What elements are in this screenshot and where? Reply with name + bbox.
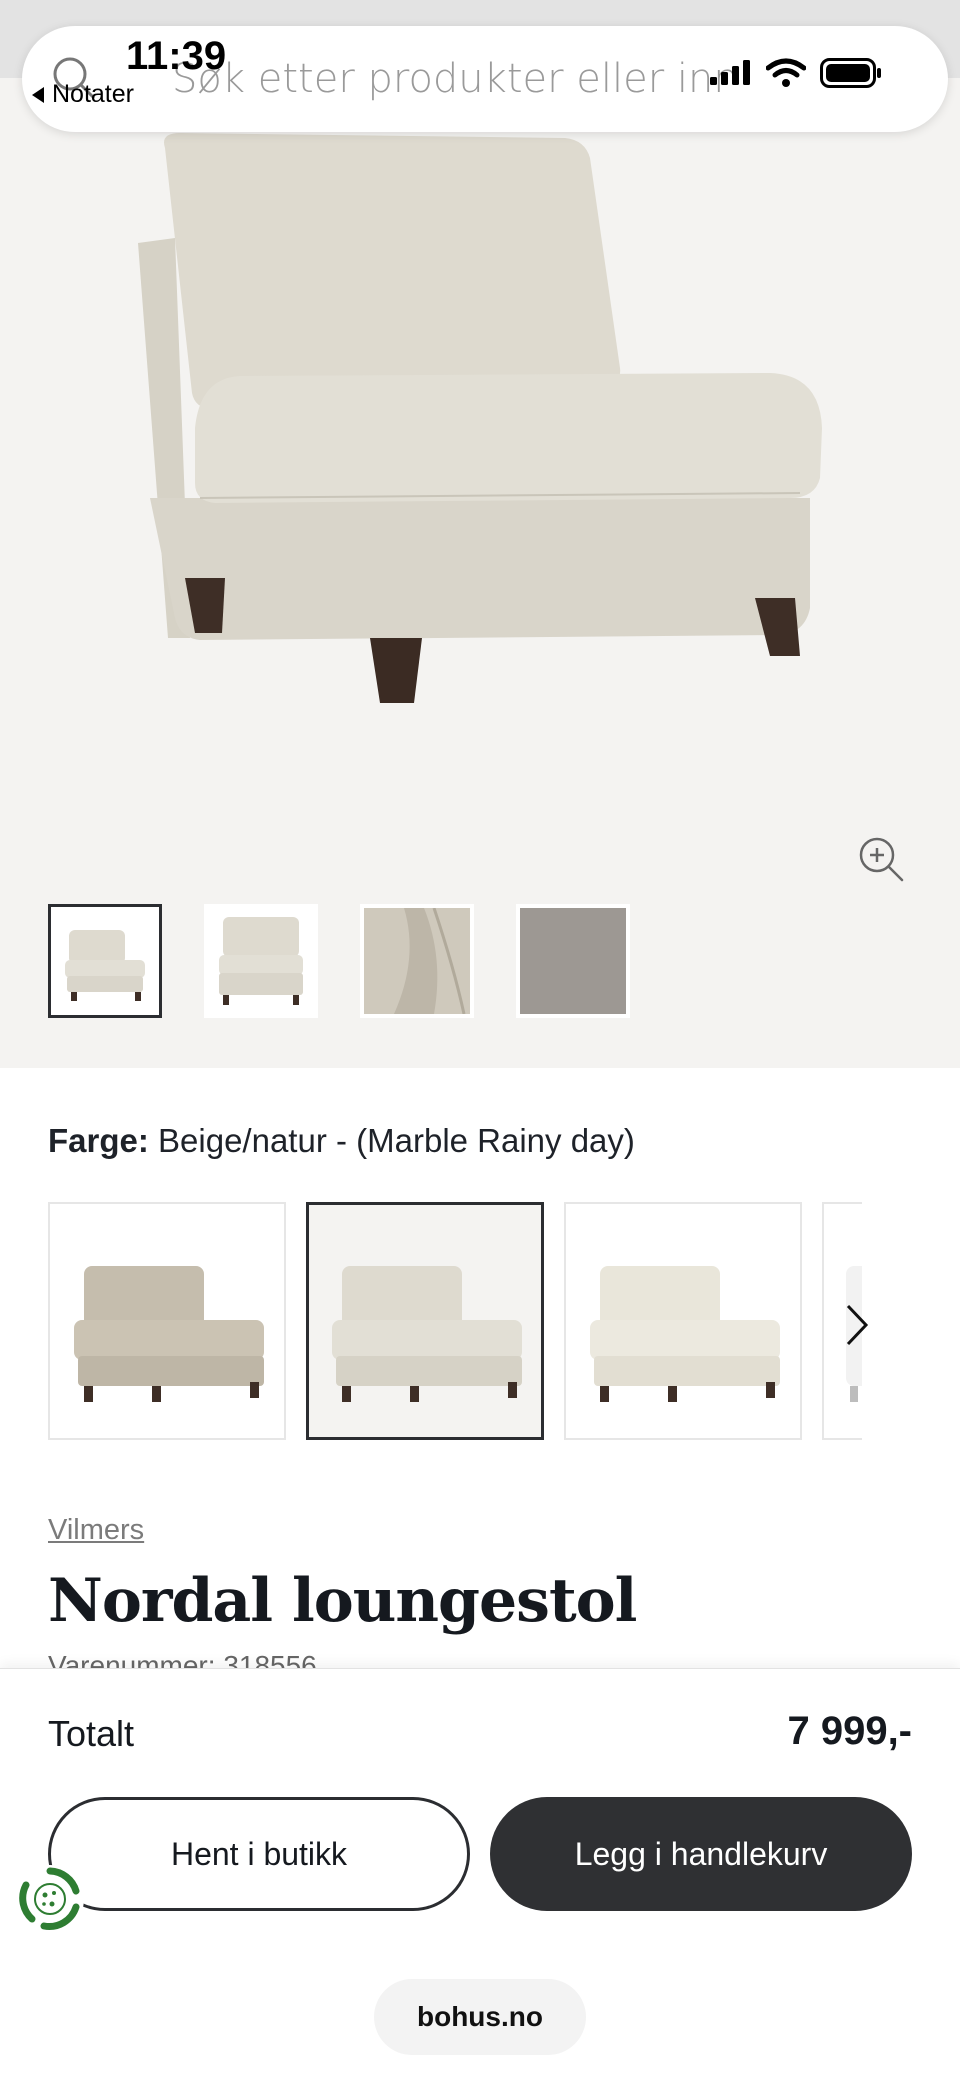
color-selection-label: Farge: Beige/natur - (Marble Rainy day)	[48, 1122, 635, 1160]
color-swatch[interactable]	[48, 1202, 286, 1440]
product-page: 11:39 Notater Søk etter produkter eller …	[0, 0, 960, 2087]
gallery-thumbnail[interactable]	[48, 904, 162, 1018]
product-main-image	[138, 133, 822, 703]
add-to-cart-button[interactable]: Legg i handlekurv	[490, 1797, 912, 1911]
pickup-in-store-button[interactable]: Hent i butikk	[48, 1797, 470, 1911]
cellular-signal-icon	[710, 60, 750, 85]
product-title: Nordal loungestol	[48, 1566, 637, 1636]
back-triangle-icon	[32, 86, 44, 103]
color-label-key: Farge:	[48, 1122, 149, 1159]
browser-address-bar[interactable]: bohus.no	[374, 1979, 586, 2055]
gallery-thumbnails	[48, 904, 630, 1018]
color-value: Beige/natur - (Marble Rainy day)	[158, 1122, 635, 1159]
wifi-icon	[766, 58, 806, 87]
thumbnail-fabric-swatch-image	[520, 908, 626, 1014]
brand-link[interactable]: Vilmers	[48, 1514, 144, 1547]
color-swatch-image	[332, 1266, 522, 1402]
total-label: Totalt	[48, 1713, 135, 1754]
zoom-icon[interactable]	[858, 836, 904, 882]
thumbnail-fabric-image	[364, 908, 470, 1014]
status-icons	[708, 58, 882, 88]
color-swatch-list	[48, 1202, 862, 1440]
gallery-thumbnail[interactable]	[516, 904, 630, 1018]
cart-bar: Totalt 7 999,- Hent i butikk Legg i hand…	[0, 1668, 960, 2087]
search-input[interactable]: Søk etter produkter eller innhold...	[172, 56, 732, 102]
gallery-thumbnail[interactable]	[204, 904, 318, 1018]
back-to-notes-link[interactable]: Notater	[30, 80, 134, 109]
back-label: Notater	[52, 80, 134, 108]
product-sku: Varenummer: 318556	[48, 1650, 317, 1670]
battery-icon	[820, 58, 881, 88]
gallery-thumbnail[interactable]	[360, 904, 474, 1018]
color-swatch[interactable]	[306, 1202, 544, 1440]
thumbnail-chair-angle-image	[65, 930, 145, 1001]
color-swatch-image	[590, 1266, 780, 1402]
color-swatch-image	[74, 1266, 264, 1402]
total-price: 7 999,-	[787, 1709, 912, 1753]
status-time: 11:39	[126, 34, 227, 78]
chevron-right-icon[interactable]	[842, 1302, 872, 1348]
cookie-consent-icon[interactable]	[14, 1863, 86, 1935]
color-swatch[interactable]	[564, 1202, 802, 1440]
thumbnail-chair-front-image	[219, 917, 303, 1005]
